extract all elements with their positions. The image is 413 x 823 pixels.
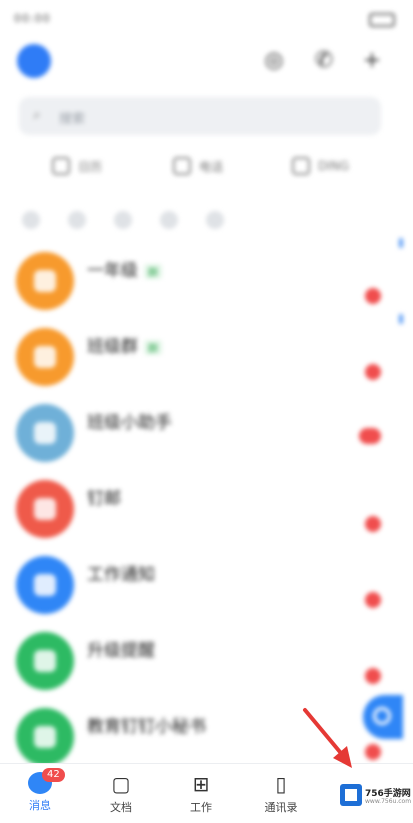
tab-label: 文档 <box>110 801 132 814</box>
watermark-icon <box>340 784 362 806</box>
conversation-row[interactable]: 一年级群 <box>0 238 413 328</box>
pin-marker <box>399 238 403 248</box>
conversation-title: 教育钉钉小秘书 <box>87 717 206 737</box>
scan-icon[interactable]: ◎ <box>261 48 287 74</box>
unread-badge <box>365 516 381 532</box>
search-icon: ⌕ <box>33 107 41 123</box>
conversation-row[interactable]: 钉邮 <box>0 480 413 556</box>
filter-icon[interactable] <box>206 211 224 229</box>
tab-label: 通讯录 <box>264 801 298 814</box>
group-tag: 群 <box>144 263 162 279</box>
add-icon[interactable]: + <box>359 48 385 74</box>
contact-avatar <box>16 404 74 462</box>
assistant-icon <box>373 707 391 725</box>
search-placeholder: 搜索 <box>59 112 86 127</box>
quick-action-phone[interactable]: 电话 <box>173 154 223 178</box>
pin-marker <box>399 314 403 324</box>
status-time: 00:00 <box>14 12 51 25</box>
watermark-logo: 756手游网 www.756u.com <box>340 780 411 810</box>
floating-assistant-button[interactable] <box>363 695 403 739</box>
calendar-icon <box>52 157 70 175</box>
quick-action-calendar[interactable]: 日历 <box>52 154 102 178</box>
tab-contacts[interactable]: ▯ 通讯录 <box>251 770 311 820</box>
unread-badge <box>365 592 381 608</box>
unread-badge <box>365 744 381 760</box>
conversation-row[interactable]: 班级小助手 <box>0 404 413 480</box>
tab-work[interactable]: ⊞ 工作 <box>171 770 231 820</box>
assistant-avatar <box>16 708 74 766</box>
top-bar: ◎ ✆ + <box>0 40 413 84</box>
contacts-icon: ▯ <box>275 772 287 796</box>
filter-row <box>0 208 413 232</box>
ding-icon <box>292 157 310 175</box>
unread-badge <box>365 364 381 380</box>
battery-icon <box>369 13 395 27</box>
tab-label: 工作 <box>190 801 212 814</box>
unread-badge <box>365 288 381 304</box>
conversation-title: 班级小助手 <box>87 413 172 433</box>
upgrade-avatar <box>16 632 74 690</box>
phone-call-icon[interactable]: ✆ <box>311 48 337 74</box>
mail-avatar <box>16 480 74 538</box>
group-tag: 群 <box>144 339 162 355</box>
unread-badge <box>359 428 381 444</box>
group-avatar <box>16 252 74 310</box>
conversation-row[interactable]: 升级提醒 <box>0 632 413 708</box>
quick-actions: 日历 电话 DING <box>0 148 413 184</box>
filter-icon[interactable] <box>68 211 86 229</box>
my-avatar[interactable] <box>17 44 51 78</box>
unread-badge <box>365 668 381 684</box>
tab-documents[interactable]: ▢ 文档 <box>91 770 151 820</box>
work-grid-icon: ⊞ <box>192 772 210 796</box>
unread-count-badge: 42 <box>42 768 65 782</box>
tab-label: 消息 <box>29 799 51 812</box>
search-input[interactable]: ⌕ 搜索 <box>19 97 381 135</box>
conversation-title: 升级提醒 <box>87 641 155 661</box>
conversation-row[interactable]: 工作通知 <box>0 556 413 632</box>
quick-action-label: DING <box>318 159 350 173</box>
conversation-row[interactable]: 班级群群 <box>0 314 413 404</box>
conversation-title: 一年级群 <box>87 256 162 281</box>
quick-action-label: 电话 <box>199 159 224 174</box>
filter-icon[interactable] <box>114 211 132 229</box>
conversation-title: 班级群群 <box>87 332 162 357</box>
filter-icon[interactable] <box>160 211 178 229</box>
conversation-title: 钉邮 <box>87 489 121 509</box>
document-icon: ▢ <box>111 772 131 796</box>
watermark-url: www.756u.com <box>365 798 412 805</box>
conversation-title: 工作通知 <box>87 565 155 585</box>
phone-icon <box>173 157 191 175</box>
group-avatar <box>16 328 74 386</box>
work-notice-avatar <box>16 556 74 614</box>
quick-action-label: 日历 <box>78 159 103 174</box>
filter-icon[interactable] <box>22 211 40 229</box>
quick-action-ding[interactable]: DING <box>292 154 349 178</box>
tab-messages[interactable]: 42 消息 <box>10 768 70 820</box>
status-bar: 00:00 <box>0 0 413 40</box>
